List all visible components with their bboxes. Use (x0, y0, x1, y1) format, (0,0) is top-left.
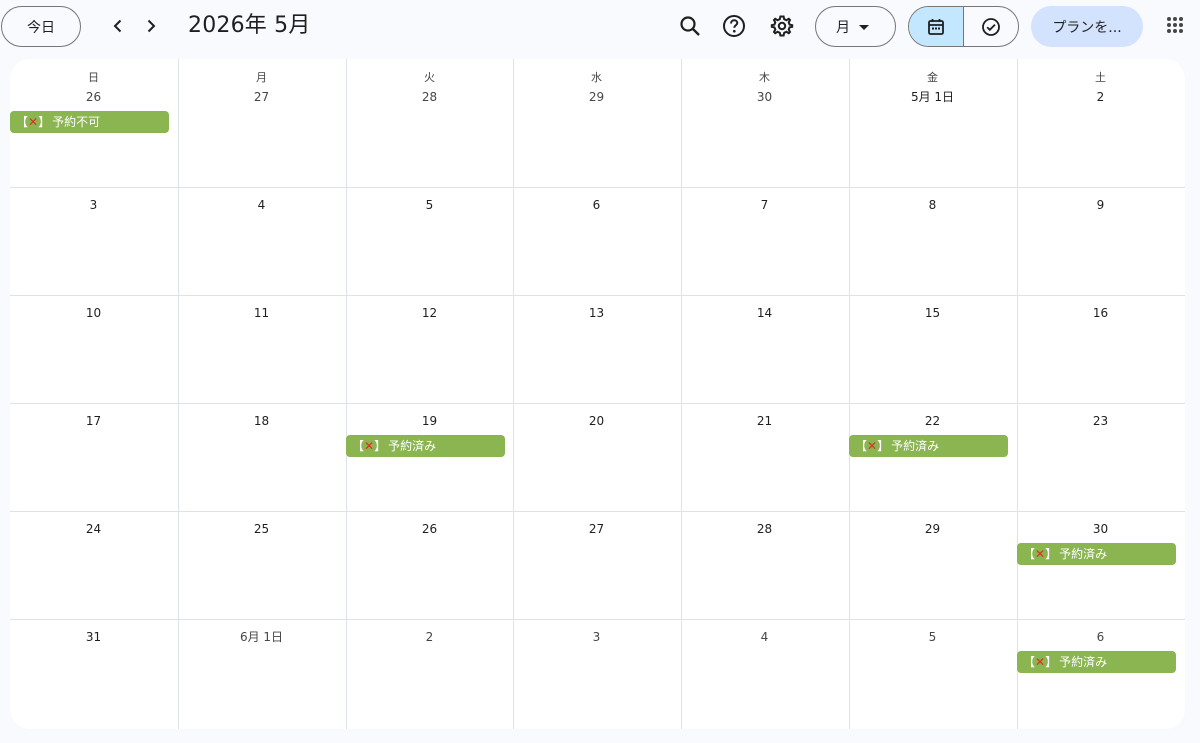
event-title: 予約済み (1059, 547, 1108, 561)
day-cell[interactable] (1017, 59, 1184, 187)
event-title: 予約済み (388, 439, 437, 453)
day-number[interactable]: 13 (513, 305, 680, 321)
calendar-view-toggle[interactable] (909, 7, 964, 46)
help-button[interactable] (716, 8, 752, 44)
day-number[interactable]: 25 (178, 521, 345, 537)
plan-button[interactable]: プランを... (1031, 6, 1143, 47)
event-chip[interactable]: 【✕】 予約済み (1017, 543, 1176, 565)
event-bracket-open: 【 (1023, 547, 1036, 561)
day-number[interactable]: 27 (178, 89, 345, 105)
event-bracket-open: 【 (352, 439, 365, 453)
day-number[interactable]: 4 (178, 197, 345, 213)
apps-grid-icon (1167, 17, 1183, 33)
cross-mark-icon: ✕ (28, 115, 39, 129)
day-number[interactable]: 27 (513, 521, 680, 537)
day-number[interactable]: 6 (1017, 629, 1184, 645)
top-toolbar: 今日 2026年 5月 月 プランを... (0, 0, 1200, 56)
apps-button[interactable] (1160, 10, 1190, 40)
tasks-view-toggle[interactable] (964, 7, 1018, 46)
previous-month-button[interactable] (102, 10, 134, 42)
settings-button[interactable] (764, 8, 800, 44)
day-number[interactable]: 3 (10, 197, 177, 213)
day-number[interactable]: 3 (513, 629, 680, 645)
event-bracket-open: 【 (16, 115, 29, 129)
event-title: 予約済み (891, 439, 940, 453)
event-title: 予約不可 (52, 115, 101, 129)
event-bracket-open: 【 (1023, 655, 1036, 669)
event-bracket-close: 】 (38, 115, 51, 129)
day-number[interactable]: 15 (849, 305, 1016, 321)
day-number[interactable]: 31 (10, 629, 177, 645)
event-bracket-close: 】 (877, 439, 890, 453)
day-number[interactable]: 5 (346, 197, 513, 213)
cross-mark-icon: ✕ (1035, 547, 1046, 561)
day-number[interactable]: 16 (1017, 305, 1184, 321)
day-number[interactable]: 22 (849, 413, 1016, 429)
day-number[interactable]: 30 (1017, 521, 1184, 537)
cross-mark-icon: ✕ (867, 439, 878, 453)
calendar-tasks-toggle (908, 6, 1019, 47)
day-number[interactable]: 19 (346, 413, 513, 429)
search-button[interactable] (672, 8, 708, 44)
cross-mark-icon: ✕ (364, 439, 375, 453)
day-number[interactable]: 29 (849, 521, 1016, 537)
day-number[interactable]: 26 (10, 89, 177, 105)
day-number[interactable]: 2 (1017, 89, 1184, 105)
day-number[interactable]: 11 (178, 305, 345, 321)
event-bracket-close: 】 (1045, 547, 1058, 561)
event-chip[interactable]: 【✕】 予約済み (849, 435, 1008, 457)
day-number[interactable]: 9 (1017, 197, 1184, 213)
event-title: 予約済み (1059, 655, 1108, 669)
day-number[interactable]: 2 (346, 629, 513, 645)
day-number[interactable]: 23 (1017, 413, 1184, 429)
day-number[interactable]: 21 (681, 413, 848, 429)
search-icon (680, 16, 700, 36)
event-bracket-close: 】 (1045, 655, 1058, 669)
today-button[interactable]: 今日 (1, 6, 81, 47)
gear-icon (770, 15, 794, 37)
day-number[interactable]: 29 (513, 89, 680, 105)
caret-down-icon (859, 25, 869, 30)
day-number[interactable]: 18 (178, 413, 345, 429)
day-cell[interactable] (681, 59, 848, 187)
day-number[interactable]: 6 (513, 197, 680, 213)
day-cell[interactable] (513, 59, 680, 187)
month-grid: 日月火水木金土 26 【✕】 予約不可 27 28 29 30 5月 1日 2 3 4 5 6 7 8 9 10 1… (10, 59, 1185, 729)
day-cell[interactable] (178, 59, 345, 187)
next-month-button[interactable] (135, 10, 167, 42)
day-number[interactable]: 28 (681, 521, 848, 537)
event-chip[interactable]: 【✕】 予約不可 (10, 111, 169, 133)
day-number[interactable]: 30 (681, 89, 848, 105)
day-number[interactable]: 20 (513, 413, 680, 429)
day-number[interactable]: 14 (681, 305, 848, 321)
event-bracket-close: 】 (374, 439, 387, 453)
view-selector-label: 月 (836, 19, 850, 36)
day-number[interactable]: 5 (849, 629, 1016, 645)
day-number[interactable]: 5月 1日 (849, 89, 1016, 105)
chevron-left-icon (113, 19, 122, 33)
day-number[interactable]: 17 (10, 413, 177, 429)
day-number[interactable]: 8 (849, 197, 1016, 213)
day-cell[interactable] (346, 59, 513, 187)
event-bracket-open: 【 (855, 439, 868, 453)
day-number[interactable]: 28 (346, 89, 513, 105)
day-cell[interactable] (849, 59, 1016, 187)
page-title: 2026年 5月 (188, 13, 311, 38)
calendar-icon (928, 18, 944, 35)
event-chip[interactable]: 【✕】 予約済み (346, 435, 505, 457)
day-number[interactable]: 6月 1日 (178, 629, 345, 645)
day-number[interactable]: 10 (10, 305, 177, 321)
event-chip[interactable]: 【✕】 予約済み (1017, 651, 1176, 673)
view-selector[interactable]: 月 (815, 6, 896, 47)
day-number[interactable]: 12 (346, 305, 513, 321)
chevron-right-icon (147, 19, 156, 33)
day-number[interactable]: 4 (681, 629, 848, 645)
cross-mark-icon: ✕ (1035, 655, 1046, 669)
help-icon (723, 15, 745, 37)
day-number[interactable]: 26 (346, 521, 513, 537)
day-number[interactable]: 7 (681, 197, 848, 213)
task-check-icon (982, 17, 1000, 36)
day-number[interactable]: 24 (10, 521, 177, 537)
